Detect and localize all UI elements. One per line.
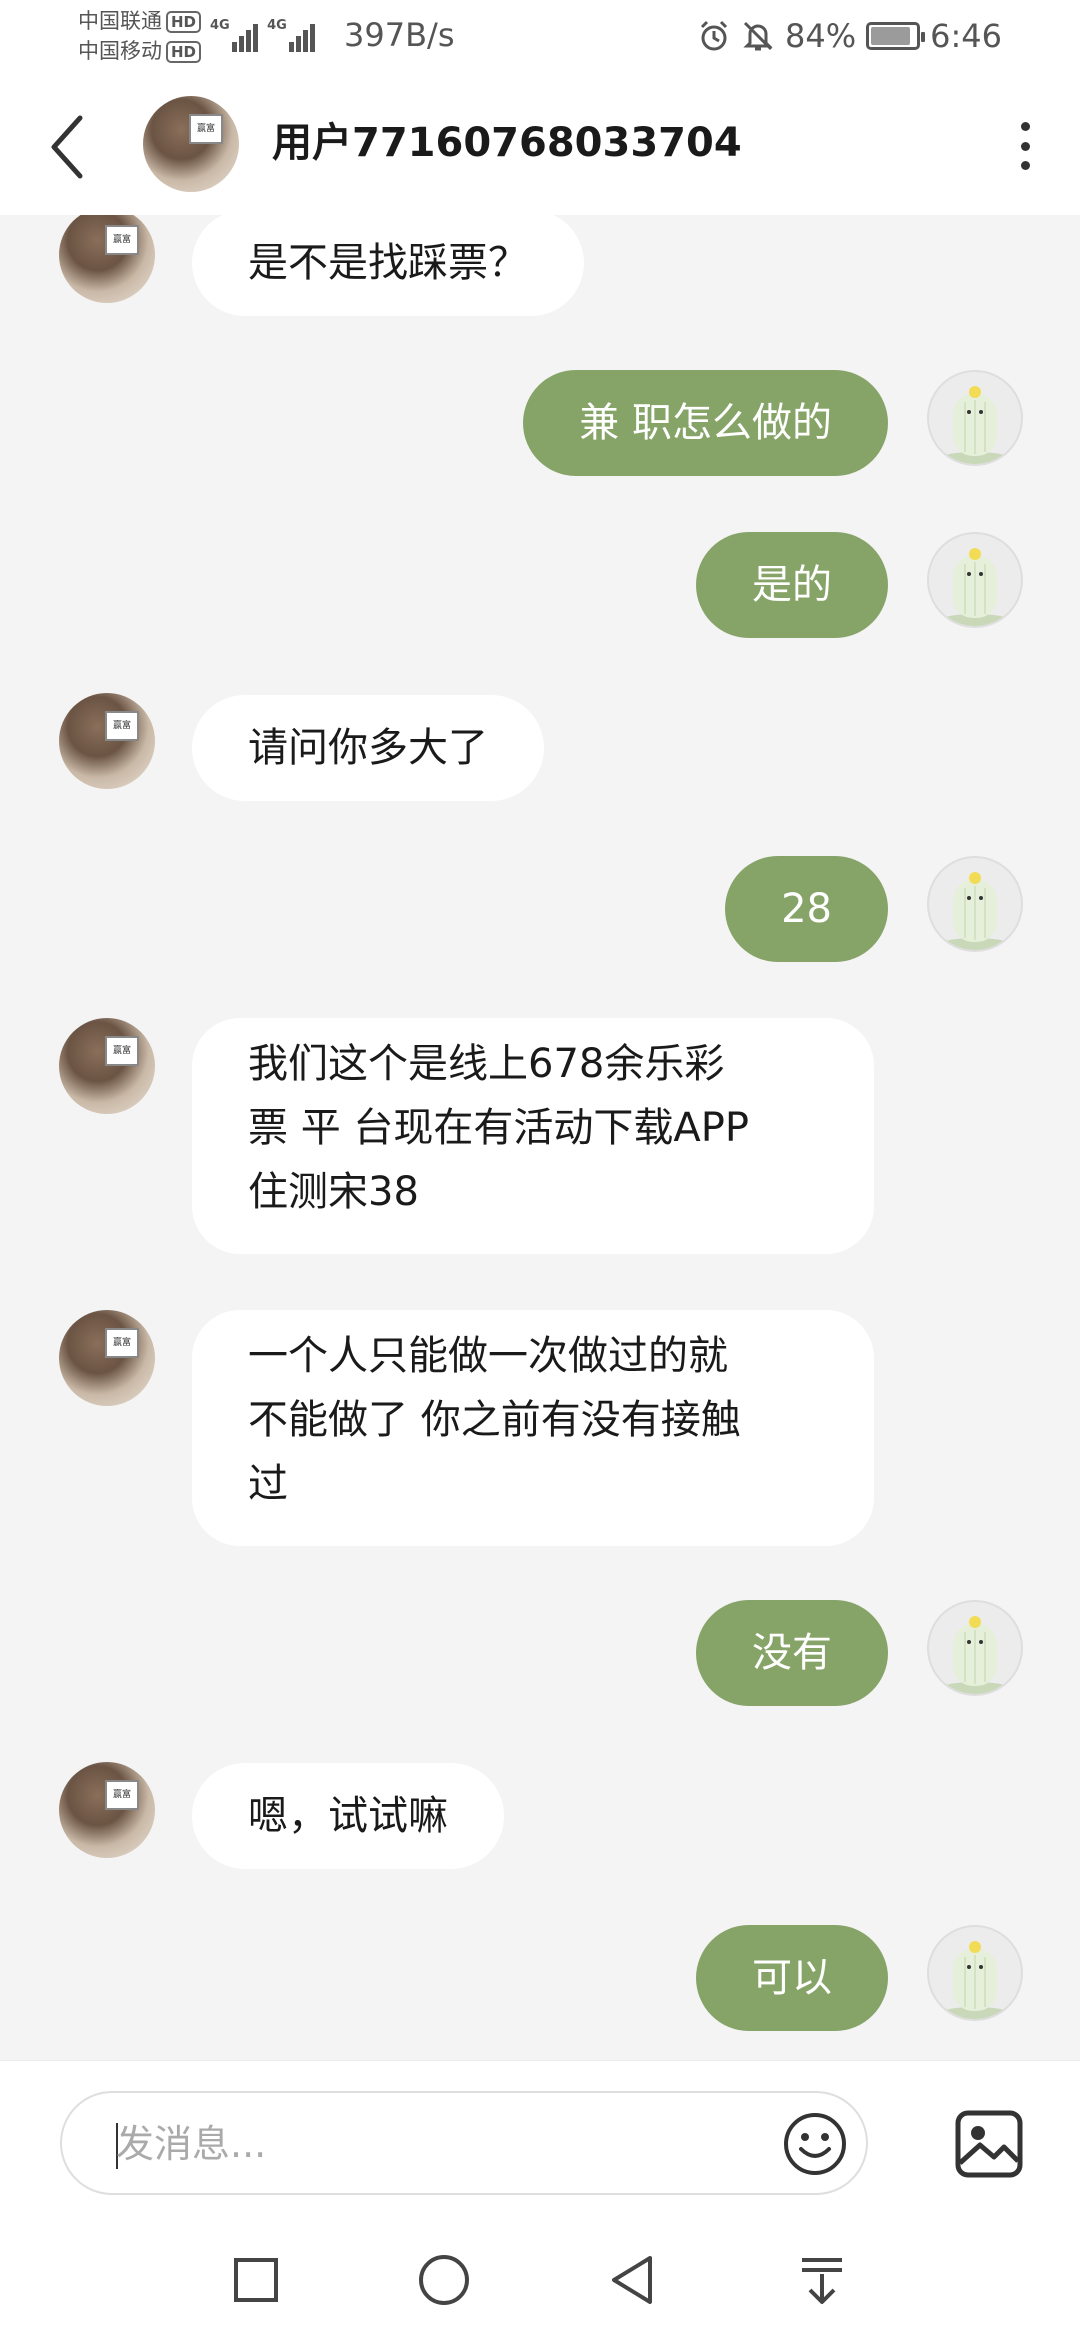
message-text: 嗯，试试嘛 xyxy=(248,1793,448,1839)
my-avatar[interactable] xyxy=(927,1600,1023,1696)
carrier-2: 中国移动 xyxy=(78,39,162,63)
network-type-label: 4G xyxy=(267,18,287,33)
message-text-line: 我们这个是线上678余乐彩 xyxy=(248,1041,725,1087)
message-bubble-outgoing[interactable]: 兼 职怎么做的 xyxy=(523,370,888,476)
battery-percent: 84% xyxy=(785,17,857,55)
image-icon[interactable] xyxy=(954,2109,1024,2179)
chat-messages[interactable]: 赢富 是不是找踩票？ 兼 职怎么做的 是的 赢富 请问你多大了 28 赢富 我们… xyxy=(0,215,1080,2060)
my-avatar[interactable] xyxy=(927,856,1023,952)
message-text: 可以 xyxy=(752,1955,832,2001)
hd-badge: HD xyxy=(166,41,202,63)
sender-avatar[interactable]: 赢富 xyxy=(59,1762,155,1858)
cactus-avatar-icon xyxy=(941,1941,1009,2019)
message-text-line: 不能做了 你之前有没有接触 xyxy=(248,1397,741,1443)
clock: 6:46 xyxy=(930,17,1002,55)
message-text: 请问你多大了 xyxy=(248,725,488,771)
message-input[interactable]: 发消息... xyxy=(60,2091,868,2195)
message-text-line: 过 xyxy=(248,1461,288,1507)
cactus-avatar-icon xyxy=(941,872,1009,950)
back-triangle-icon[interactable] xyxy=(604,2250,664,2310)
status-right: 84% 6:46 xyxy=(697,14,1002,58)
message-text: 没有 xyxy=(752,1630,832,1676)
sender-avatar[interactable]: 赢富 xyxy=(59,1310,155,1406)
avatar-sign: 赢富 xyxy=(189,114,223,144)
message-text-line: 一个人只能做一次做过的就 xyxy=(248,1333,728,1379)
message-text: 是不是找踩票？ xyxy=(248,240,528,286)
message-bubble-incoming[interactable]: 嗯，试试嘛 xyxy=(192,1763,504,1869)
avatar-sign: 赢富 xyxy=(105,1780,139,1810)
recents-square-icon[interactable] xyxy=(226,2250,286,2310)
battery-icon xyxy=(866,22,926,50)
net-speed: 397B/s xyxy=(344,16,455,54)
alarm-icon xyxy=(700,20,728,51)
message-bubble-incoming[interactable]: 一个人只能做一次做过的就 不能做了 你之前有没有接触 过 xyxy=(192,1310,874,1546)
network-type-label: 4G xyxy=(210,18,230,33)
sender-avatar[interactable]: 赢富 xyxy=(59,1018,155,1114)
message-placeholder: 发消息... xyxy=(116,2122,267,2166)
my-avatar[interactable] xyxy=(927,370,1023,466)
cactus-avatar-icon xyxy=(941,1616,1009,1694)
message-bubble-incoming[interactable]: 请问你多大了 xyxy=(192,695,544,801)
signal-indicators: 4G 4G xyxy=(210,18,319,54)
avatar-sign: 赢富 xyxy=(105,1328,139,1358)
hd-badge: HD xyxy=(166,11,202,33)
message-text-line: 住测宋38 xyxy=(248,1169,419,1215)
my-avatar[interactable] xyxy=(927,532,1023,628)
contact-name: 用户77160768033704 xyxy=(272,120,742,166)
message-text: 是的 xyxy=(752,562,832,608)
system-nav-bar xyxy=(0,2210,1080,2340)
home-circle-icon[interactable] xyxy=(414,2250,474,2310)
chat-header: 赢富 用户77160768033704 xyxy=(0,80,1080,215)
sender-avatar[interactable]: 赢富 xyxy=(59,215,155,303)
avatar-sign: 赢富 xyxy=(105,225,139,255)
more-vertical-icon[interactable] xyxy=(1000,116,1050,176)
message-bubble-outgoing[interactable]: 是的 xyxy=(696,532,888,638)
back-chevron-icon[interactable] xyxy=(40,110,100,184)
message-input-bar: 发消息... xyxy=(0,2060,1080,2210)
signal-strength-icon: 4G xyxy=(210,18,260,52)
avatar-sign: 赢富 xyxy=(105,711,139,741)
cactus-avatar-icon xyxy=(941,548,1009,626)
notification-pulldown-icon[interactable] xyxy=(792,2250,852,2310)
carrier-info: 中国联通 HD 中国移动 HD xyxy=(78,6,202,66)
emoji-icon[interactable] xyxy=(782,2111,848,2177)
message-bubble-outgoing[interactable]: 28 xyxy=(725,856,888,962)
cactus-avatar-icon xyxy=(941,386,1009,464)
sender-avatar[interactable]: 赢富 xyxy=(59,693,155,789)
message-bubble-outgoing[interactable]: 可以 xyxy=(696,1925,888,2031)
status-bar: 中国联通 HD 中国移动 HD 4G 4G 397B/s 84% 6:46 xyxy=(0,0,1080,80)
message-text-line: 票 平 台现在有活动下载APP xyxy=(248,1105,750,1151)
message-bubble-incoming[interactable]: 是不是找踩票？ xyxy=(192,215,584,316)
message-bubble-outgoing[interactable]: 没有 xyxy=(696,1600,888,1706)
message-bubble-incoming[interactable]: 我们这个是线上678余乐彩 票 平 台现在有活动下载APP 住测宋38 xyxy=(192,1018,874,1254)
signal-strength-icon: 4G xyxy=(267,18,317,52)
my-avatar[interactable] xyxy=(927,1925,1023,2021)
message-text: 28 xyxy=(781,886,832,932)
contact-avatar[interactable]: 赢富 xyxy=(143,96,239,192)
avatar-sign: 赢富 xyxy=(105,1036,139,1066)
message-text: 兼 职怎么做的 xyxy=(579,400,832,446)
mute-icon xyxy=(743,21,773,51)
carrier-1: 中国联通 xyxy=(78,9,162,33)
